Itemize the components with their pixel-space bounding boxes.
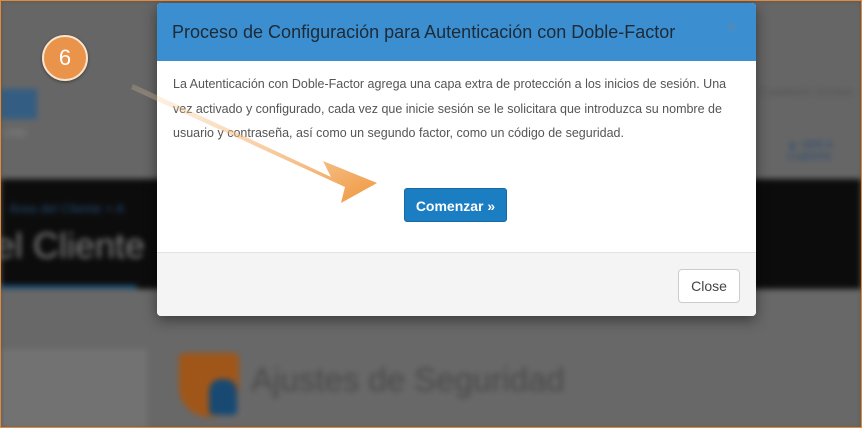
modal-header: Proceso de Configuración para Autenticac… <box>157 3 756 61</box>
close-button[interactable]: Close <box>678 269 740 303</box>
modal-description: La Autenticación con Doble-Factor agrega… <box>173 77 727 140</box>
step-badge: 6 <box>42 35 88 81</box>
close-icon[interactable]: × <box>726 17 737 38</box>
modal-title: Proceso de Configuración para Autenticac… <box>172 22 676 42</box>
two-factor-modal: Proceso de Configuración para Autenticac… <box>157 3 756 316</box>
modal-body: La Autenticación con Doble-Factor agrega… <box>157 61 756 252</box>
modal-footer: Close <box>157 252 756 316</box>
screenshot-frame: LING CAMBIAR IDIOMA ▲ VER A CUENTA Área … <box>0 0 862 428</box>
start-button[interactable]: Comenzar » <box>404 188 507 222</box>
